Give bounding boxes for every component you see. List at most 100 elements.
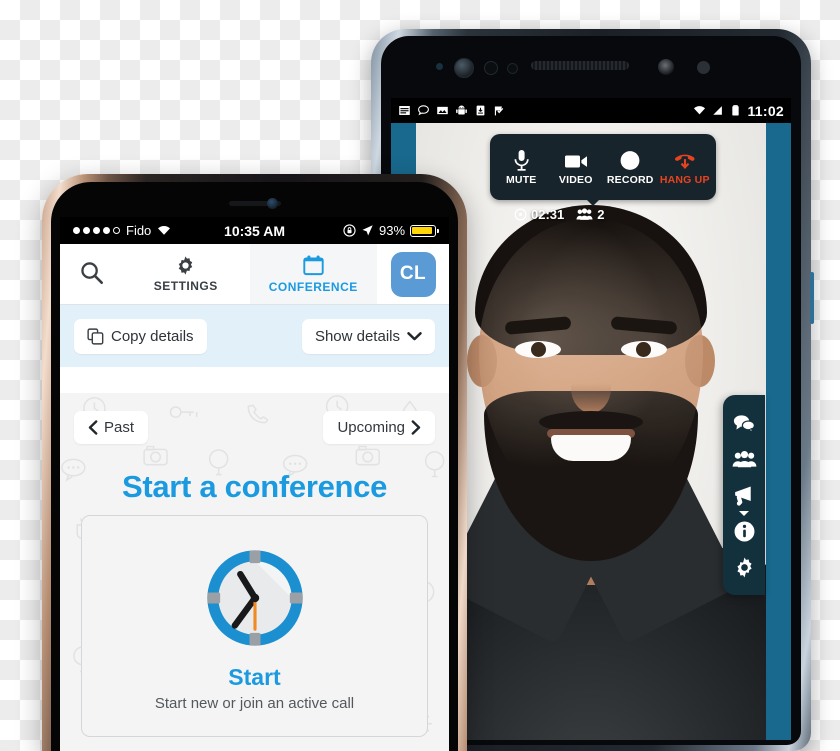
info-icon[interactable] [731,518,757,544]
iphone-front-camera [266,198,278,209]
location-arrow-icon [362,225,373,236]
proximity-sensor [484,61,498,75]
call-meta-row: 02:31 2 [514,207,604,222]
call-bar-caret-icon [587,200,599,206]
hangup-button-label: HANG UP [659,173,710,186]
participant-iris-right [636,342,651,357]
settings-gear-icon[interactable] [731,554,757,580]
show-details-button[interactable]: Show details [301,318,435,354]
start-card-title: Start [228,664,281,690]
mute-button[interactable]: MUTE [494,149,549,186]
past-label: Past [104,419,135,436]
start-conference-card[interactable]: Start Start new or join an active call [81,515,428,737]
record-button[interactable]: RECORD [603,149,658,186]
microphone-icon [512,149,531,171]
copy-details-button[interactable]: Copy details [74,318,207,354]
mute-button-label: MUTE [505,173,537,186]
copy-details-label: Copy details [111,327,194,345]
chevron-left-icon [88,420,98,435]
iphone-screen: Fido 10:35 AM 93% SETTINGS CONFERENCE CL… [60,217,449,751]
phone-hangup-icon [673,149,697,171]
tab-conference[interactable]: CONFERENCE [249,244,377,304]
tab-search[interactable] [60,244,122,304]
clock-icon [206,550,303,646]
tab-conference-label: CONFERENCE [268,280,358,294]
iphone-status-left: Fido [73,223,224,238]
light-sensor [507,63,518,74]
battery-icon [732,105,740,116]
tab-settings[interactable]: SETTINGS [122,244,250,304]
android-status-bar: 11:02 [391,98,791,123]
wifi-icon [158,225,171,235]
call-duration: 02:31 [514,207,564,222]
iphone-tab-bar: SETTINGS CONFERENCE CL [60,244,449,305]
android-status-right: 11:02 [693,103,784,119]
call-duration-value: 02:31 [531,207,565,222]
megaphone-icon[interactable] [731,482,757,516]
earpiece-speaker [531,61,629,70]
upcoming-button[interactable]: Upcoming [323,411,435,444]
participant-nose [571,363,611,413]
past-button[interactable]: Past [74,411,149,444]
video-button-label: VIDEO [558,173,593,186]
participant-count-value: 2 [597,207,605,222]
upcoming-label: Upcoming [337,419,405,436]
chat-icon[interactable] [731,410,757,436]
chevron-right-icon [411,420,421,435]
participant-count: 2 [576,207,604,222]
iphone: Fido 10:35 AM 93% SETTINGS CONFERENCE CL… [42,174,467,751]
iris-scanner [658,59,674,75]
search-icon [80,262,103,284]
calendar-icon [399,106,410,115]
android-sensor-cluster [381,36,801,96]
front-camera [454,58,474,78]
battery-icon [410,224,440,237]
conference-body: Past Upcoming Start a conference Start S… [60,393,449,751]
video-camera-icon [564,149,588,171]
iphone-bezel: Fido 10:35 AM 93% SETTINGS CONFERENCE CL… [51,182,458,751]
video-button[interactable]: VIDEO [549,149,604,186]
rotation-lock-icon [343,224,356,237]
signal-icon [713,106,723,115]
iphone-status-right: 93% [285,223,440,238]
record-circle-icon [619,149,641,171]
android-clock: 11:02 [747,102,784,119]
android-robot-icon [456,105,467,115]
tab-settings-label: SETTINGS [153,279,218,293]
chevron-down-icon [739,511,749,516]
image-icon [437,106,448,115]
conference-detail-bar: Copy details Show details [60,305,449,367]
android-notification-icons [398,104,693,117]
participant-iris-left [531,342,546,357]
copy-icon [87,327,104,345]
hangup-button[interactable]: HANG UP [658,149,713,186]
record-button-label: RECORD [606,173,654,186]
clock-icon [514,208,527,221]
tasks-icon [494,106,504,116]
secondary-sensor [697,61,710,74]
wifi-icon [694,106,706,115]
avatar-container[interactable]: CL [377,244,449,304]
signal-dots-icon [73,227,120,234]
carrier-name: Fido [126,223,152,238]
chat-icon [418,105,429,116]
participant-mouth [551,435,631,461]
avatar[interactable]: CL [390,251,436,297]
video-right-strip [766,123,791,740]
android-side-button[interactable] [810,272,814,324]
calendar-icon [303,255,324,276]
start-card-subtitle: Start new or join an active call [154,695,355,712]
call-side-rail [723,395,765,595]
show-details-label: Show details [314,327,400,345]
download-icon [476,105,485,116]
gear-icon [179,256,193,275]
period-nav-row: Past Upcoming [74,411,435,444]
people-icon [576,208,593,220]
page-title: Start a conference [121,469,388,504]
iphone-clock: 10:35 AM [224,222,285,239]
participants-icon[interactable] [731,446,757,472]
screenshot-stage: 11:02 MUTE VIDEO RECORD HANG UP 02:31 2 … [0,0,840,751]
iphone-status-bar: Fido 10:35 AM 93% [60,217,449,244]
call-control-bar: MUTE VIDEO RECORD HANG UP [490,134,716,200]
battery-percent: 93% [378,223,406,238]
